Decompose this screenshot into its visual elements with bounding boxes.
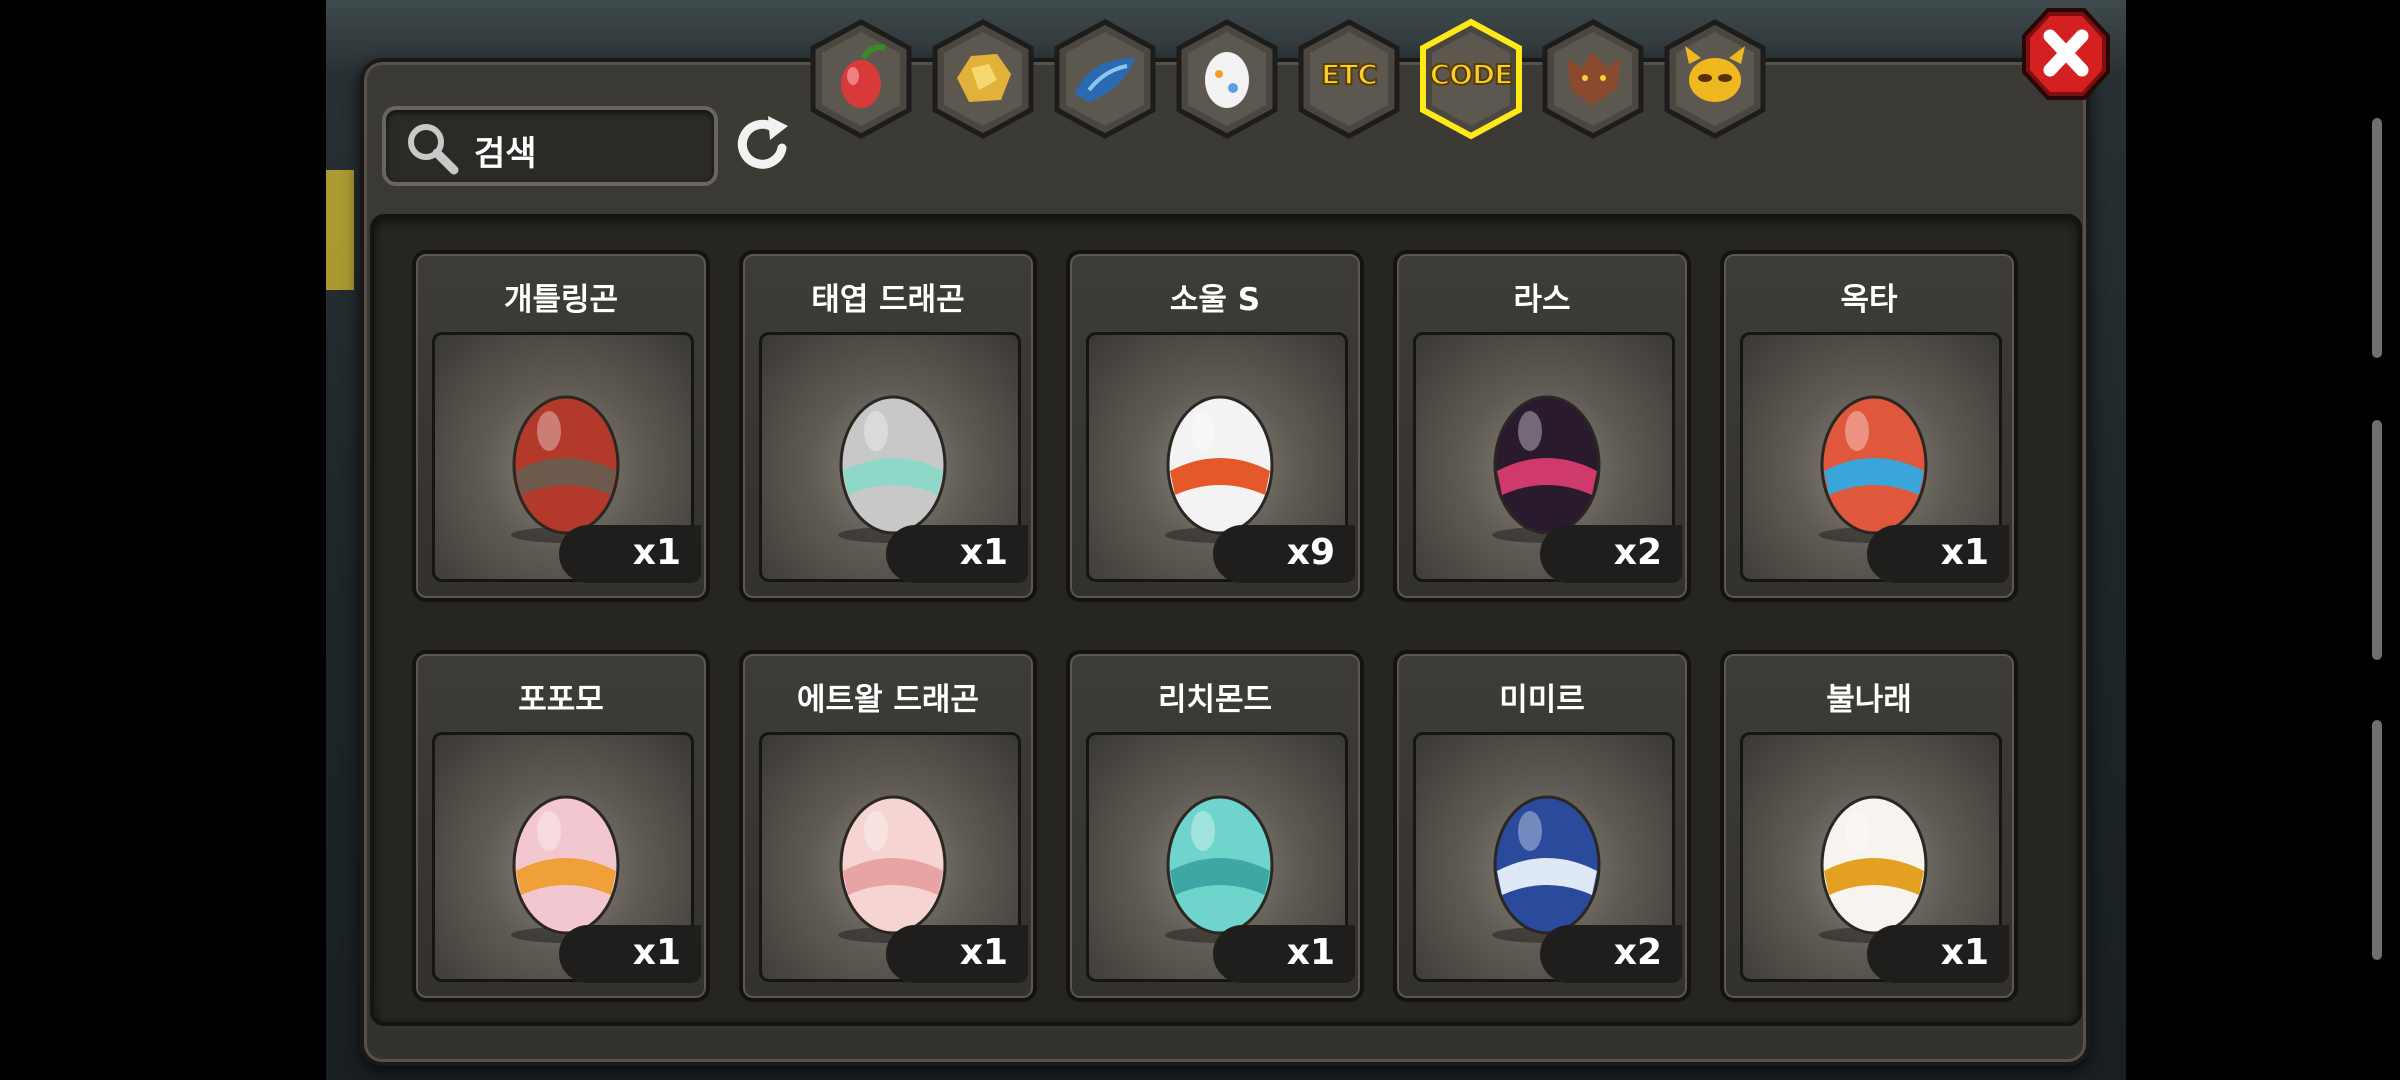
- item-card[interactable]: 라스 x2: [1393, 250, 1691, 602]
- tab-etc[interactable]: ETC: [1293, 18, 1405, 140]
- item-slot: x1: [1086, 732, 1355, 983]
- item-name: 태엽 드래곤: [811, 282, 965, 318]
- item-card[interactable]: 미미르 x2: [1393, 650, 1691, 1002]
- tab-code[interactable]: CODE: [1415, 18, 1527, 140]
- tab-fruit[interactable]: [805, 18, 917, 140]
- item-slot: x1: [759, 732, 1028, 983]
- item-card[interactable]: 포포모 x1: [412, 650, 710, 1002]
- demon-mask-icon: [1664, 19, 1766, 139]
- item-count: x1: [1940, 532, 1989, 573]
- item-count: x1: [1286, 932, 1335, 973]
- item-slot: x1: [759, 332, 1028, 583]
- item-slot: x2: [1413, 732, 1682, 983]
- item-slot: x1: [432, 732, 701, 983]
- item-slot: x9: [1086, 332, 1355, 583]
- system-scrollbar: [2372, 720, 2382, 960]
- item-slot: x1: [1740, 732, 2009, 983]
- item-name: 옥타: [1840, 282, 1898, 318]
- item-slot: x1: [432, 332, 701, 583]
- item-card[interactable]: 불나래 x1: [1720, 650, 2018, 1002]
- soul-egg-icon: [1165, 395, 1275, 543]
- item-count: x1: [632, 932, 681, 973]
- item-count: x1: [959, 932, 1008, 973]
- tab-gold-ore[interactable]: [927, 18, 1039, 140]
- item-card[interactable]: 태엽 드래곤 x1: [739, 250, 1037, 602]
- background-yellow-tab: [326, 170, 354, 290]
- tab-egg[interactable]: [1171, 18, 1283, 140]
- richmond-egg-icon: [1165, 795, 1275, 943]
- octa-egg-icon: [1819, 395, 1929, 543]
- tab-wolf[interactable]: [1537, 18, 1649, 140]
- item-name: 라스: [1513, 282, 1571, 318]
- system-scrollbar: [2372, 420, 2382, 660]
- tab-label: CODE: [1429, 57, 1515, 92]
- item-name: 불나래: [1826, 682, 1912, 718]
- item-name: 에트왈 드래곤: [797, 682, 979, 718]
- popomo-egg-icon: [511, 795, 621, 943]
- tab-label: ETC: [1320, 57, 1379, 92]
- item-card[interactable]: 옥타 x1: [1720, 250, 2018, 602]
- fruit-icon: [810, 19, 912, 139]
- windup-egg-icon: [838, 395, 948, 543]
- gatling-egg-icon: [511, 395, 621, 543]
- item-card[interactable]: 에트왈 드래곤 x1: [739, 650, 1037, 1002]
- lars-egg-icon: [1492, 395, 1602, 543]
- system-scrollbar: [2372, 118, 2382, 358]
- item-slot: x1: [1740, 332, 2009, 583]
- item-card[interactable]: 소울 S x9: [1066, 250, 1364, 602]
- item-count: x9: [1286, 532, 1335, 573]
- tab-dragon-scale[interactable]: [1049, 18, 1161, 140]
- bulnarae-egg-icon: [1819, 795, 1929, 943]
- item-name: 리치몬드: [1157, 682, 1273, 718]
- item-name: 개틀링곤: [503, 282, 619, 318]
- item-card[interactable]: 개틀링곤 x1: [412, 250, 710, 602]
- search-icon: [408, 124, 459, 175]
- item-name: 포포모: [518, 682, 604, 718]
- dragon-scale-icon: [1054, 19, 1156, 139]
- refresh-icon[interactable]: [730, 112, 796, 178]
- wolf-icon: [1542, 19, 1644, 139]
- tab-demon-mask[interactable]: [1659, 18, 1771, 140]
- item-name: 미미르: [1499, 682, 1585, 718]
- item-count: x1: [1940, 932, 1989, 973]
- item-name: 소울 S: [1169, 282, 1261, 318]
- item-card[interactable]: 리치몬드 x1: [1066, 650, 1364, 1002]
- egg-icon: [1176, 19, 1278, 139]
- search-placeholder: 검색: [474, 134, 537, 174]
- search-input[interactable]: 검색: [382, 106, 718, 186]
- item-count: x1: [632, 532, 681, 573]
- close-icon[interactable]: [2020, 6, 2112, 102]
- item-count: x1: [959, 532, 1008, 573]
- etoile-egg-icon: [838, 795, 948, 943]
- mimir-egg-icon: [1492, 795, 1602, 943]
- gold-ore-icon: [932, 19, 1034, 139]
- item-count: x2: [1613, 932, 1662, 973]
- item-slot: x2: [1413, 332, 1682, 583]
- item-count: x2: [1613, 532, 1662, 573]
